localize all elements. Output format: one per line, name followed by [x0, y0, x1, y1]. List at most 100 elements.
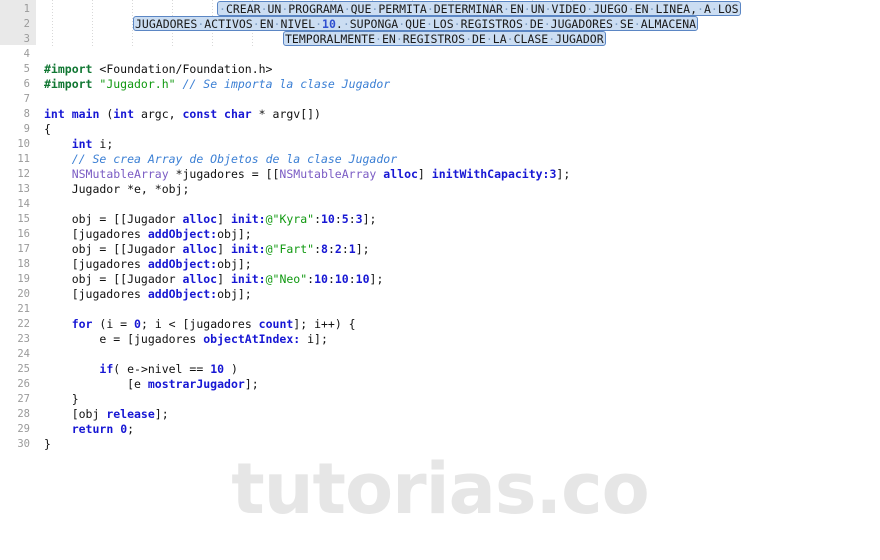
- code-line[interactable]: int main (int argc, const char * argv[]): [44, 107, 321, 122]
- space-marker-dot: ·: [426, 2, 434, 16]
- code-line[interactable]: obj = [[Jugador alloc] init:@"Fart":8:2:…: [44, 242, 370, 257]
- line-number: 7: [23, 93, 30, 105]
- code-line[interactable]: [jugadores addObject:obj];: [44, 287, 252, 302]
- code-line[interactable]: return 0;: [44, 422, 134, 437]
- code-token-num: 5: [341, 212, 349, 226]
- code-token-msg: init:: [230, 272, 266, 286]
- selection-text-token: PERMITA: [378, 2, 427, 16]
- code-line[interactable]: }: [44, 392, 79, 407]
- code-line[interactable]: obj = [[Jugador alloc] init:@"Kyra":10:5…: [44, 212, 377, 227]
- space-marker-dot: ·: [260, 2, 268, 16]
- line-number: 13: [17, 183, 30, 195]
- code-token-plain: ]: [217, 272, 231, 286]
- code-token-msg: alloc: [182, 212, 218, 226]
- space-marker-dot: ·: [343, 2, 351, 16]
- selected-text-line[interactable]: JUGADORES·ACTIVOS·EN·NIVEL·10.·SUPONGA·Q…: [133, 16, 699, 31]
- code-line[interactable]: obj = [[Jugador alloc] init:@"Neo":10:10…: [44, 272, 384, 287]
- code-line[interactable]: [obj release];: [44, 407, 169, 422]
- code-token-plain: [e: [44, 377, 148, 391]
- code-line[interactable]: [44, 347, 51, 362]
- code-line[interactable]: [jugadores addObject:obj];: [44, 227, 252, 242]
- selection-text-token: EN: [509, 2, 524, 16]
- code-token-plain: obj = [[Jugador: [44, 272, 183, 286]
- code-token-plain: ; i < [jugadores: [140, 317, 259, 331]
- space-marker-dot: ·: [522, 17, 530, 31]
- code-token-plain: obj = [[Jugador: [44, 242, 183, 256]
- line-number: 11: [17, 153, 30, 165]
- line-number: 5: [23, 63, 30, 75]
- code-token-msg: addObject:: [147, 227, 218, 241]
- line-number: 23: [17, 333, 30, 345]
- line-number: 22: [17, 318, 30, 330]
- code-line[interactable]: int i;: [44, 137, 114, 152]
- code-token-plain: :: [348, 212, 356, 226]
- selected-text-line[interactable]: ·CREAR·UN·PROGRAMA·QUE·PERMITA·DETERMINA…: [217, 1, 741, 16]
- selected-text-line[interactable]: TEMPORALMENTE·EN·REGISTROS·DE·LA·CLASE·J…: [283, 31, 606, 46]
- code-token-plain: obj];: [217, 257, 252, 271]
- code-token-pre: #import: [44, 77, 100, 91]
- space-marker-dot: ·: [503, 2, 510, 16]
- line-number-gutter[interactable]: 1 2 3 4 5 6 7 8 9 10 11 12 13 14 15 16 17 18 19 20 21 22 23 24 2…: [0, 0, 36, 560]
- code-line[interactable]: if( e->nivel == 10 ): [44, 362, 238, 377]
- code-token-cmt: // Se importa la clase Jugador: [182, 77, 391, 91]
- code-token-plain: ]: [217, 242, 231, 256]
- code-line[interactable]: }: [44, 437, 51, 452]
- selection-text-token: JUGADORES: [550, 17, 613, 31]
- code-token-plain: [obj: [44, 407, 107, 421]
- code-token-plain: [jugadores: [44, 287, 148, 301]
- code-line[interactable]: [e mostrarJugador];: [44, 377, 259, 392]
- code-token-plain: e = [jugadores: [44, 332, 204, 346]
- space-marker-dot: ·: [219, 2, 226, 16]
- code-token-plain: ;: [127, 422, 135, 436]
- code-token-msg: addObject:: [147, 257, 218, 271]
- code-token-cls: NSMutableArray: [71, 167, 169, 181]
- code-line[interactable]: Jugador *e, *obj;: [44, 182, 190, 197]
- space-marker-dot: ·: [453, 17, 461, 31]
- code-token-kw: for: [71, 317, 93, 331]
- code-token-plain: :: [341, 242, 349, 256]
- selection-text-token: ALMACENA: [640, 17, 697, 31]
- line-number: 16: [17, 228, 30, 240]
- code-line[interactable]: #import "Jugador.h" // Se importa la cla…: [44, 77, 390, 92]
- code-token-kw: int: [71, 137, 93, 151]
- code-line[interactable]: [44, 302, 51, 317]
- code-token-plain: ): [224, 362, 238, 376]
- code-line[interactable]: [44, 197, 51, 212]
- code-token-num: 10: [314, 272, 328, 286]
- code-line[interactable]: e = [jugadores objectAtIndex: i];: [44, 332, 328, 347]
- code-token-plain: obj];: [217, 227, 252, 241]
- code-line[interactable]: for (i = 0; i < [jugadores count]; i++) …: [44, 317, 356, 332]
- code-token-msg: addObject:: [147, 287, 218, 301]
- code-line[interactable]: [44, 92, 51, 107]
- space-marker-dot: ·: [710, 2, 718, 16]
- code-token-plain: ( e->nivel ==: [113, 362, 211, 376]
- code-token-cmt: // Se crea Array de Objetos de la clase …: [71, 152, 398, 166]
- code-token-plain: <Foundation/Foundation.h>: [99, 62, 273, 76]
- code-line[interactable]: [jugadores addObject:obj];: [44, 257, 252, 272]
- selection-text-token: REGISTROS: [460, 17, 523, 31]
- selection-text-token: VIDEO: [551, 2, 587, 16]
- selection-text-token: .: [335, 17, 343, 31]
- space-marker-dot: ·: [697, 2, 704, 16]
- code-token-plain: ];: [244, 377, 259, 391]
- selection-text-token: JUGADORES: [135, 17, 198, 31]
- code-line[interactable]: #import <Foundation/Foundation.h>: [44, 62, 272, 77]
- code-token-msg: objectAtIndex:: [203, 332, 301, 346]
- code-token-plain: Jugador *e, *obj;: [44, 182, 190, 196]
- code-line[interactable]: NSMutableArray *jugadores = [[NSMutableA…: [44, 167, 571, 182]
- space-marker-dot: ·: [315, 17, 323, 31]
- code-token-plain: ];: [369, 272, 384, 286]
- code-line[interactable]: [44, 47, 51, 62]
- selection-text-token: ACTIVOS: [204, 17, 253, 31]
- code-editor[interactable]: tutorias.co 1 2 3 4 5 6 7 8 9 10 11 12 13 14 15 16 17 18 1…: [0, 0, 880, 560]
- code-token-plain: :: [327, 242, 335, 256]
- code-line[interactable]: {: [44, 122, 51, 137]
- code-text-area[interactable]: ·CREAR·UN·PROGRAMA·QUE·PERMITA·DETERMINA…: [36, 0, 880, 560]
- code-token-plain: ]: [417, 167, 432, 181]
- selection-text-token: PROGRAMA: [288, 2, 344, 16]
- code-line[interactable]: // Se crea Array de Objetos de la clase …: [44, 152, 397, 167]
- line-number: 10: [17, 138, 30, 150]
- code-token-str: @"Neo": [265, 272, 308, 286]
